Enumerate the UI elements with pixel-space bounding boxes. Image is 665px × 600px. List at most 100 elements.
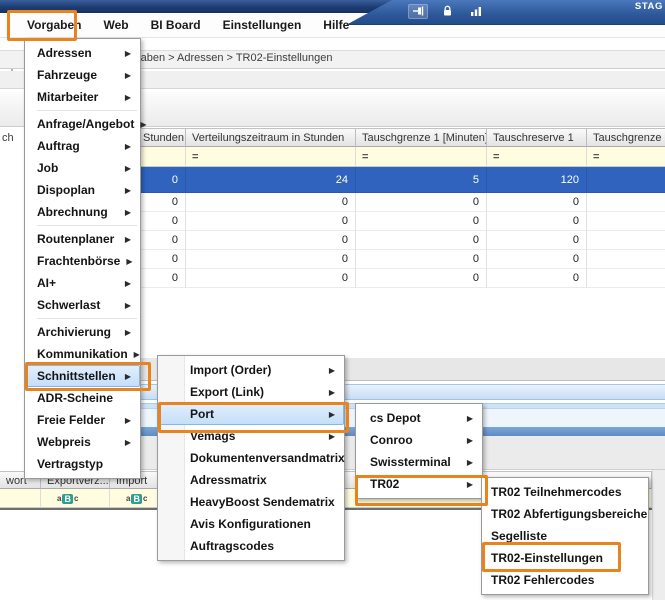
menu-item-heavyboost-sendematrix[interactable]: HeavyBoost Sendematrix [158, 491, 344, 513]
menu-item-adressen[interactable]: Adressen▶ [25, 42, 140, 64]
menu-item-avis-konfigurationen[interactable]: Avis Konfigurationen [158, 513, 344, 535]
menu-item-archivierung[interactable]: Archivierung▶ [25, 321, 140, 343]
submenu-arrow-icon: ▶ [329, 432, 335, 441]
menu-item-adressmatrix[interactable]: Adressmatrix [158, 469, 344, 491]
menu-item-tr02-fehlercodes[interactable]: TR02 Fehlercodes [482, 569, 648, 591]
menu-item-schwerlast[interactable]: Schwerlast▶ [25, 294, 140, 316]
menu-item-mitarbeiter[interactable]: Mitarbeiter▶ [25, 86, 140, 108]
clipped-text-fragment: ch [2, 132, 14, 144]
menu-item-dispoplan[interactable]: Dispoplan▶ [25, 179, 140, 201]
filter-cell[interactable] [137, 147, 186, 167]
menu-separator [37, 318, 137, 319]
menu-vorgaben: Adressen▶ Fahrzeuge▶ Mitarbeiter▶ Anfrag… [24, 38, 141, 479]
menu-item-swissterminal[interactable]: Swissterminal▶ [356, 451, 482, 473]
filter-cell[interactable] [0, 489, 41, 508]
menu-item-anfrage-angebot[interactable]: Anfrage/Angebot▶ [25, 113, 140, 135]
menu-item-frachtenboerse[interactable]: Frachtenbörse▶ [25, 250, 140, 272]
menu-item-tr02[interactable]: TR02▶ [356, 473, 482, 495]
table-row[interactable]: 0 0 0 0 [88, 212, 665, 231]
submenu-arrow-icon: ▶ [329, 410, 335, 419]
lock-icon[interactable] [437, 4, 457, 19]
grid-header-row: Stunden Verteilungszeitraum in Stunden T… [88, 128, 665, 147]
menu-item-auftragscodes[interactable]: Auftragscodes [158, 535, 344, 557]
table-row[interactable]: 0 0 0 0 [88, 231, 665, 250]
column-header-tauschgrenze-1[interactable]: Tauschgrenze 1 [Minuten] [356, 128, 487, 147]
menu-item-fahrzeuge[interactable]: Fahrzeuge▶ [25, 64, 140, 86]
menu-item-adr-scheine[interactable]: ADR-Scheine [25, 387, 140, 409]
menu-item-abrechnung[interactable]: Abrechnung▶ [25, 201, 140, 223]
text-filter-icon: aBc [126, 494, 147, 504]
text-filter-icon: aBc [57, 494, 78, 504]
menu-item-tr02-teilnehmercodes[interactable]: TR02 Teilnehmercodes [482, 481, 648, 503]
pin-icon[interactable] [408, 4, 428, 19]
filter-cell-equals[interactable]: = [356, 147, 487, 167]
filter-cell-equals[interactable]: = [587, 147, 665, 167]
menu-item-kommunikation[interactable]: Kommunikation▶ [25, 343, 140, 365]
menu-item-ai-plus[interactable]: AI+▶ [25, 272, 140, 294]
stats-icon[interactable] [466, 4, 486, 19]
submenu-arrow-icon: ▶ [125, 438, 131, 447]
menubar-item-hilfe[interactable]: Hilfe [312, 13, 360, 38]
submenu-arrow-icon: ▶ [329, 388, 335, 397]
menu-item-export-link[interactable]: Export (Link)▶ [158, 381, 344, 403]
grid-filter-row: = = = = [88, 147, 665, 167]
menu-port: cs Depot▶ Conroo▶ Swissterminal▶ TR02▶ [355, 403, 483, 499]
menu-item-tr02-einstellungen[interactable]: TR02-Einstellungen [482, 547, 648, 569]
filter-cell-abc[interactable]: aBc [41, 489, 110, 508]
menubar-item-web[interactable]: Web [92, 13, 139, 38]
menu-separator [37, 225, 137, 226]
column-header-stunden[interactable]: Stunden [137, 128, 186, 147]
menubar-item-bi-board[interactable]: BI Board [140, 13, 212, 38]
filter-cell-equals[interactable]: = [487, 147, 587, 167]
menu-item-tr02-abfertigungsbereiche[interactable]: TR02 Abfertigungsbereiche [482, 503, 648, 525]
column-header-tauschgrenze-2[interactable]: Tauschgrenze 2 [587, 128, 665, 147]
table-row[interactable]: 0 0 0 0 [88, 250, 665, 269]
submenu-arrow-icon: ▶ [134, 350, 140, 359]
dock-tab-buttons [408, 3, 486, 19]
submenu-arrow-icon: ▶ [126, 257, 132, 266]
menu-item-dokumentenversandmatrix[interactable]: Dokumentenversandmatrix [158, 447, 344, 469]
menu-item-auftrag[interactable]: Auftrag▶ [25, 135, 140, 157]
submenu-arrow-icon: ▶ [125, 93, 131, 102]
breadcrumb[interactable]: Vorgaben > Adressen > TR02-Einstellungen [118, 52, 332, 64]
settings-grid: Stunden Verteilungszeitraum in Stunden T… [88, 128, 665, 288]
filter-cell-equals[interactable]: = [186, 147, 356, 167]
menu-item-segelliste[interactable]: Segelliste [482, 525, 648, 547]
dock-tab [346, 0, 665, 25]
menu-item-routenplaner[interactable]: Routenplaner▶ [25, 228, 140, 250]
brand-label: STAG [635, 1, 663, 12]
menu-schnittstellen: Import (Order)▶ Export (Link)▶ Port▶ Vem… [157, 355, 345, 561]
table-row[interactable]: 0 0 0 0 [88, 193, 665, 212]
menu-item-schnittstellen[interactable]: Schnittstellen▶ [25, 365, 140, 387]
scrollbar-track[interactable] [652, 470, 665, 600]
menubar-item-einstellungen[interactable]: Einstellungen [212, 13, 313, 38]
menu-item-cs-depot[interactable]: cs Depot▶ [356, 407, 482, 429]
submenu-arrow-icon: ▶ [125, 164, 131, 173]
menu-item-vertragstyp[interactable]: Vertragstyp [25, 453, 140, 475]
submenu-arrow-icon: ▶ [125, 416, 131, 425]
submenu-arrow-icon: ▶ [125, 49, 131, 58]
submenu-arrow-icon: ▶ [125, 328, 131, 337]
menu-item-import-order[interactable]: Import (Order)▶ [158, 359, 344, 381]
submenu-arrow-icon: ▶ [125, 208, 131, 217]
table-row[interactable]: 0 0 0 0 [88, 269, 665, 288]
submenu-arrow-icon: ▶ [125, 235, 131, 244]
menu-item-vemags[interactable]: Vemags▶ [158, 425, 344, 447]
column-header-verteilungszeitraum[interactable]: Verteilungszeitraum in Stunden [186, 128, 356, 147]
submenu-arrow-icon: ▶ [467, 436, 473, 445]
menu-tr02: TR02 Teilnehmercodes TR02 Abfertigungsbe… [481, 477, 649, 595]
column-header-tauschreserve-1[interactable]: Tauschreserve 1 [487, 128, 587, 147]
submenu-arrow-icon: ▶ [140, 120, 146, 129]
menubar-item-vorgaben[interactable]: Vorgaben [16, 13, 92, 38]
menu-item-port[interactable]: Port▶ [158, 403, 344, 425]
submenu-arrow-icon: ▶ [467, 414, 473, 423]
menu-item-conroo[interactable]: Conroo▶ [356, 429, 482, 451]
submenu-arrow-icon: ▶ [125, 71, 131, 80]
submenu-arrow-icon: ▶ [125, 142, 131, 151]
submenu-arrow-icon: ▶ [125, 279, 131, 288]
menu-item-job[interactable]: Job▶ [25, 157, 140, 179]
submenu-arrow-icon: ▶ [467, 480, 473, 489]
menu-item-freie-felder[interactable]: Freie Felder▶ [25, 409, 140, 431]
table-row-selected[interactable]: 0 24 5 120 [88, 167, 665, 193]
menu-item-webpreis[interactable]: Webpreis▶ [25, 431, 140, 453]
